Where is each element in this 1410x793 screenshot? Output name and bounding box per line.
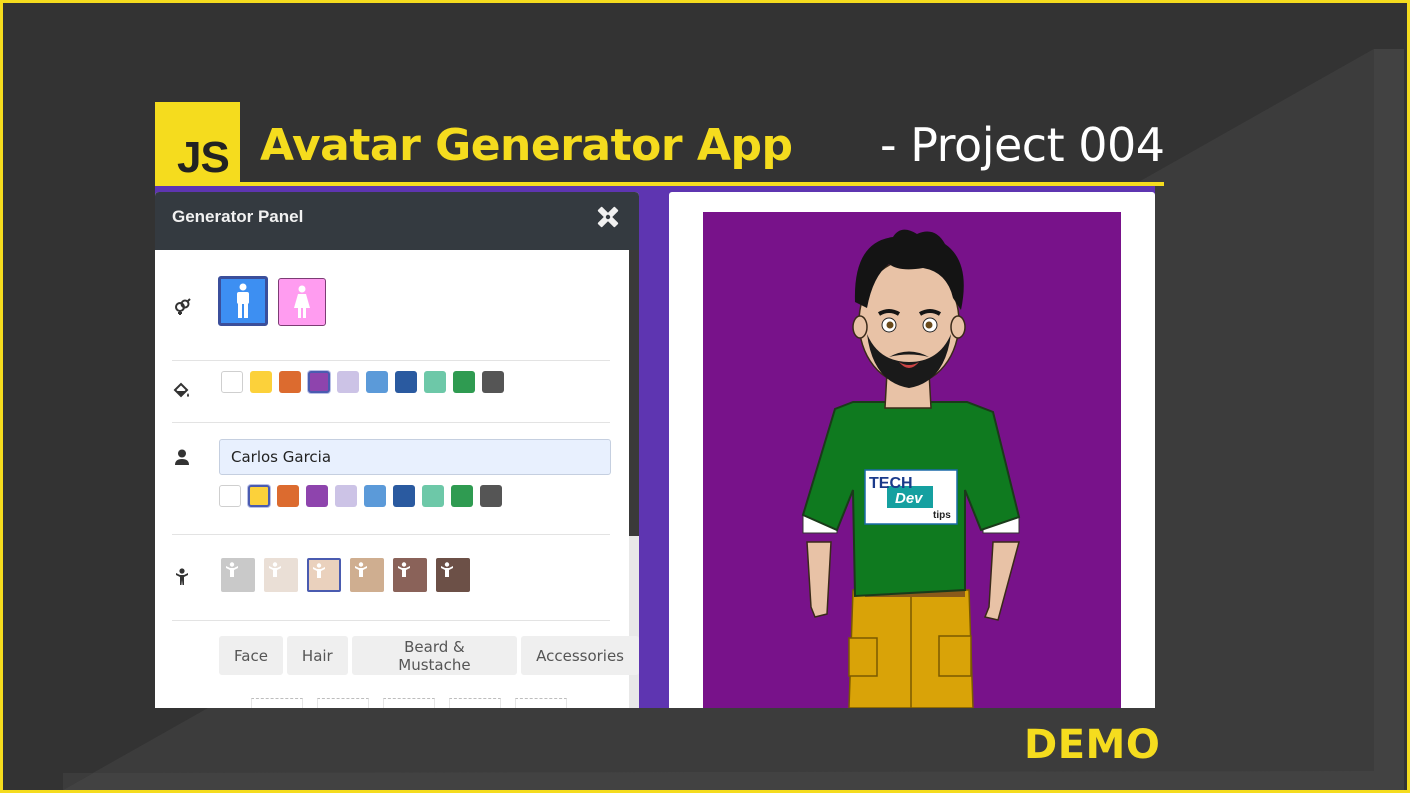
tab-accessories[interactable]: Accessories [521, 636, 639, 675]
name-color-swatch[interactable] [422, 485, 444, 507]
skin-tone-swatch[interactable] [436, 558, 470, 592]
panel-header: Generator Panel [155, 192, 639, 250]
gender-icon [172, 296, 192, 316]
skin-tone-swatch[interactable] [307, 558, 341, 592]
feature-option[interactable] [449, 698, 501, 708]
name-color-swatch[interactable] [393, 485, 415, 507]
feature-options [251, 698, 567, 708]
feature-option[interactable] [383, 698, 435, 708]
gender-row [172, 250, 610, 360]
user-icon [172, 447, 192, 467]
scrollbar-thumb[interactable] [629, 250, 639, 536]
body-icon [172, 567, 192, 587]
feature-option[interactable] [317, 698, 369, 708]
js-logo: JS [155, 102, 240, 185]
avatar-figure: TECH Dev tips [801, 229, 1021, 708]
male-button[interactable] [218, 276, 268, 326]
background-color-swatch[interactable] [250, 371, 272, 393]
background-color-swatch[interactable] [366, 371, 388, 393]
background-color-swatch[interactable] [308, 371, 330, 393]
generator-panel: Generator Panel Carlos Garcia Face Hair … [155, 192, 639, 708]
app-title: Avatar Generator App [260, 120, 793, 171]
name-color-swatches [219, 485, 502, 507]
shirt-logo-dev: Dev [895, 490, 924, 507]
feature-option[interactable] [251, 698, 303, 708]
paint-bucket-icon [172, 381, 192, 401]
name-color-swatch[interactable] [480, 485, 502, 507]
background-swatches [221, 371, 504, 393]
skin-tone-swatches [221, 558, 470, 592]
avatar-preview-panel: TECH Dev tips [669, 192, 1155, 708]
feature-option[interactable] [515, 698, 567, 708]
name-color-swatch[interactable] [306, 485, 328, 507]
name-color-swatch[interactable] [335, 485, 357, 507]
name-color-swatch[interactable] [451, 485, 473, 507]
app-screenshot: Generator Panel Carlos Garcia Face Hair … [155, 186, 1155, 708]
feature-tabs: Face Hair Beard & Mustache Accessories [219, 636, 639, 675]
skin-tone-row [172, 534, 610, 620]
female-icon [294, 285, 310, 318]
name-color-swatch[interactable] [219, 485, 241, 507]
background-color-swatch[interactable] [395, 371, 417, 393]
name-input[interactable] [219, 439, 611, 475]
name-row [172, 422, 611, 534]
male-icon [237, 283, 249, 318]
tab-beard-mustache[interactable]: Beard & Mustache [351, 636, 518, 675]
panel-title: Generator Panel [172, 207, 304, 226]
background-color-swatch[interactable] [453, 371, 475, 393]
female-button[interactable] [278, 278, 326, 326]
background-color-swatch[interactable] [424, 371, 446, 393]
skin-tone-swatch[interactable] [221, 558, 255, 592]
tab-face[interactable]: Face [219, 636, 283, 675]
avatar-canvas: TECH Dev tips [703, 212, 1121, 708]
tab-hair[interactable]: Hair [286, 636, 348, 675]
skin-tone-swatch[interactable] [393, 558, 427, 592]
js-logo-text: JS [177, 133, 230, 182]
project-label: - Project 004 [880, 118, 1165, 172]
name-color-swatch[interactable] [277, 485, 299, 507]
background-color-swatch[interactable] [337, 371, 359, 393]
skin-tone-swatch[interactable] [264, 558, 298, 592]
background-color-row [172, 360, 610, 422]
background-color-swatch[interactable] [279, 371, 301, 393]
shirt-logo-tips: tips [933, 510, 951, 521]
background-color-swatch[interactable] [221, 371, 243, 393]
background-color-swatch[interactable] [482, 371, 504, 393]
demo-label: DEMO [1024, 722, 1161, 768]
pencil-ruler-icon[interactable] [595, 204, 621, 234]
name-color-swatch[interactable] [248, 485, 270, 507]
name-color-swatch[interactable] [364, 485, 386, 507]
skin-tone-swatch[interactable] [350, 558, 384, 592]
